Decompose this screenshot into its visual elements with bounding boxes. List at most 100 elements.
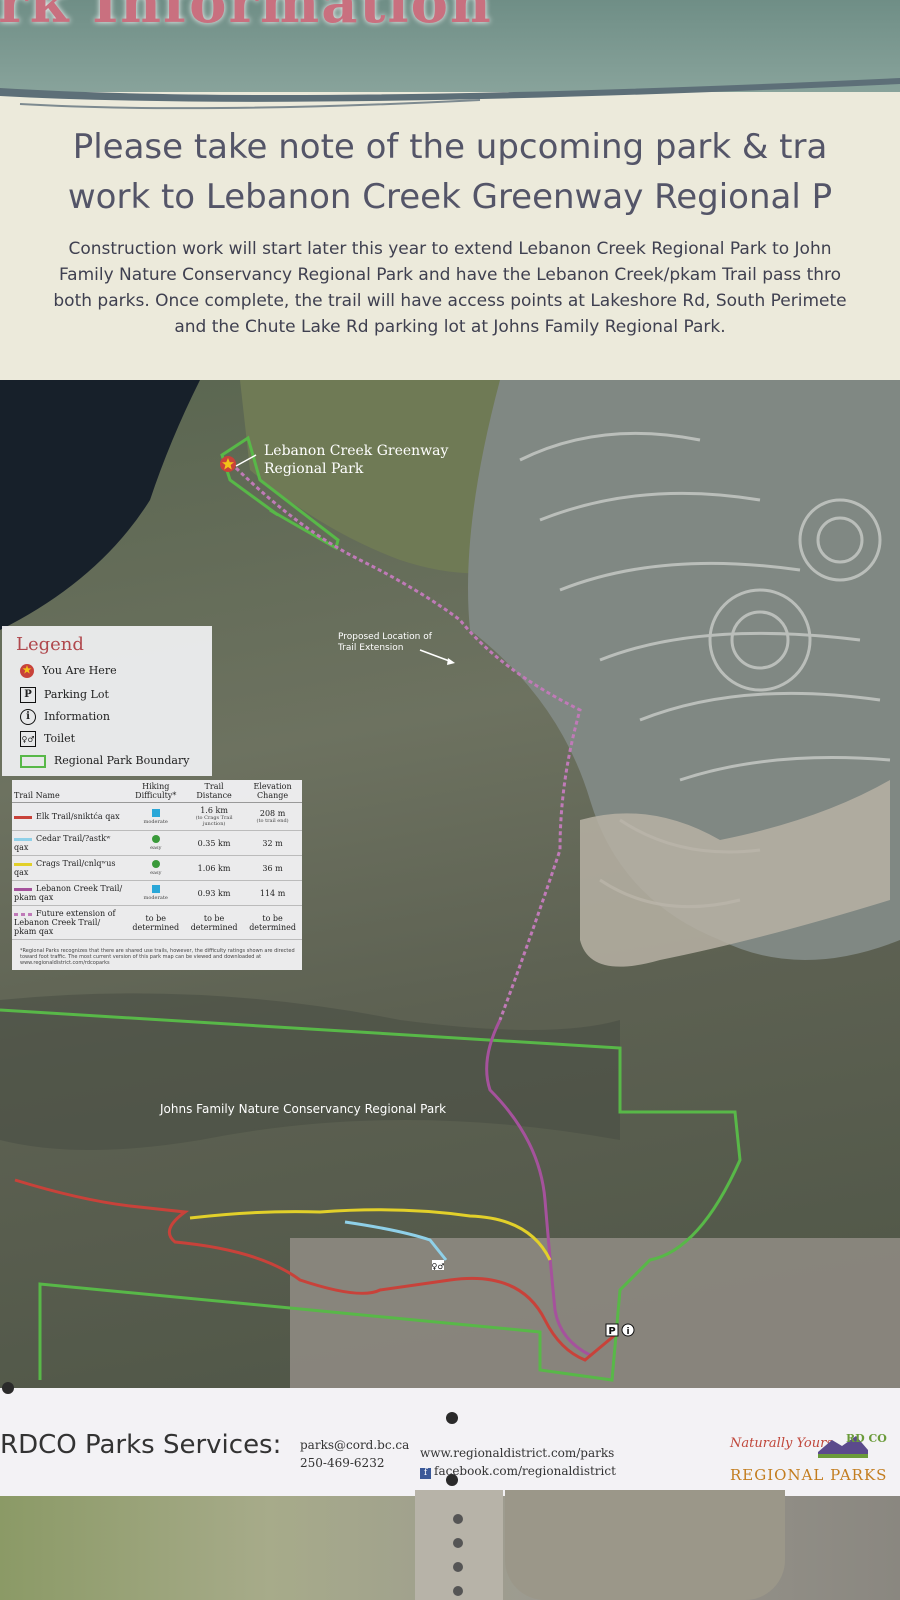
- header-difficulty: Hiking Difficulty*: [126, 780, 185, 803]
- parking-marker-icon: P: [605, 1323, 619, 1337]
- difficulty-cell: easy: [126, 830, 185, 856]
- trail-info-table: Trail Name Hiking Difficulty* Trail Dist…: [12, 780, 302, 940]
- legend-item-you-are-here: ★ You Are Here: [20, 662, 117, 680]
- legend-item-information: i Information: [20, 708, 110, 726]
- table-header-row: Trail Name Hiking Difficulty* Trail Dist…: [12, 780, 302, 803]
- difficulty-square-icon: [151, 885, 160, 893]
- info-icon: i: [20, 709, 36, 725]
- difficulty-circle-icon: [151, 860, 160, 868]
- notice-section: Please take note of the upcoming park & …: [0, 122, 900, 340]
- proposed-label-line2: Trail Extension: [338, 643, 404, 653]
- proposed-label-line1: Proposed Location of: [338, 632, 432, 642]
- distance-cell: 1.6 km (to Crags Trail junction): [185, 802, 244, 831]
- elevation-cell: 32 m: [243, 830, 302, 856]
- svg-text:♀♂: ♀♂: [431, 1262, 444, 1271]
- distance-cell: to be determined: [185, 905, 244, 940]
- table-row: Future extension of Lebanon Creek Trail/…: [12, 905, 302, 940]
- footer-contact: parks@cord.bc.ca 250-469-6232: [300, 1436, 409, 1472]
- parking-icon: P: [20, 687, 36, 703]
- difficulty-label: easy: [150, 845, 162, 851]
- trail-table: Trail Name Hiking Difficulty* Trail Dist…: [12, 780, 302, 970]
- lebanon-greenway-label: Lebanon Creek Greenway Regional Park: [264, 442, 448, 478]
- trail-name-cell: Future extension of Lebanon Creek Trail/…: [12, 905, 127, 940]
- toilet-icon: ♀♂: [20, 731, 36, 747]
- table-row: Cedar Trail/?astkʷ qax easy 0.35 km 32 m: [12, 830, 302, 856]
- legend-item-boundary: Regional Park Boundary: [20, 752, 189, 770]
- difficulty-label: moderate: [143, 818, 168, 825]
- banner-swoosh: [0, 78, 900, 110]
- table-row: Lebanon Creek Trail/ pkam qax moderate 0…: [12, 880, 302, 906]
- sign-bolt: [446, 1474, 458, 1486]
- footer-facebook: facebook.com/regionaldistrict: [434, 1464, 616, 1478]
- sign-post: [415, 1490, 503, 1600]
- footer-website[interactable]: www.regionaldistrict.com/parks: [420, 1444, 616, 1462]
- header-elevation: Elevation Change: [243, 780, 302, 803]
- distance-value: 1.6 km: [200, 806, 228, 815]
- trail-name-cell: Elk Trail/sniktća qax: [12, 802, 127, 831]
- johns-park-label: Johns Family Nature Conservancy Regional…: [160, 1102, 447, 1116]
- svg-text:i: i: [626, 1327, 629, 1337]
- post-hole: [453, 1586, 463, 1596]
- svg-text:P: P: [608, 1326, 615, 1337]
- difficulty-cell: moderate: [126, 880, 185, 906]
- elevation-cell: 208 m (to trail end): [243, 802, 302, 831]
- table-row: Elk Trail/sniktća qax moderate 1.6 km (to…: [12, 802, 302, 831]
- trail-name-cell: Lebanon Creek Trail/ pkam qax: [12, 880, 127, 906]
- footer-phone[interactable]: 250-469-6232: [300, 1454, 409, 1472]
- trail-name-cell: Crags Trail/cnlqʷus qax: [12, 855, 127, 881]
- difficulty-square-icon: [151, 808, 160, 817]
- legend-label: You Are Here: [42, 664, 117, 677]
- sign-bolt: [446, 1412, 458, 1424]
- crags-trail-swatch: [14, 862, 32, 866]
- distance-cell: 0.35 km: [185, 830, 244, 856]
- difficulty-cell: moderate: [126, 802, 185, 831]
- proposed-extension-label: Proposed Location of Trail Extension: [338, 632, 432, 654]
- legend-item-parking: P Parking Lot: [20, 686, 109, 704]
- difficulty-cell: to be determined: [126, 905, 185, 940]
- difficulty-label: easy: [150, 870, 162, 876]
- banner-title: ark Information: [0, 0, 493, 36]
- elevation-value: 208 m: [259, 809, 286, 818]
- distance-cell: 0.93 km: [185, 880, 244, 906]
- legend-label: Regional Park Boundary: [54, 754, 190, 767]
- lebanon-label-line2: Regional Park: [264, 461, 364, 477]
- lebanon-label-line1: Lebanon Creek Greenway: [264, 443, 449, 459]
- stump: [505, 1490, 785, 1600]
- post-hole: [453, 1514, 463, 1524]
- facebook-icon: f: [420, 1468, 431, 1479]
- table-row: Crags Trail/cnlqʷus qax easy 1.06 km 36 …: [12, 855, 302, 881]
- post-hole: [453, 1562, 463, 1572]
- notice-body-line4: and the Chute Lake Rd parking lot at Joh…: [174, 317, 726, 337]
- header-trail-name: Trail Name: [12, 780, 127, 803]
- elevation-cell: to be determined: [243, 905, 302, 940]
- table-footnote: *Regional Parks recognizes that there ar…: [20, 948, 295, 966]
- notice-body: Construction work will start later this …: [0, 236, 900, 340]
- future-trail-swatch: [14, 912, 32, 916]
- legend-label: Parking Lot: [44, 688, 109, 701]
- post-hole: [453, 1538, 463, 1548]
- notice-heading-line2: work to Lebanon Creek Greenway Regional …: [67, 177, 833, 217]
- header-distance: Trail Distance: [185, 780, 244, 803]
- elevation-note: (to trail end): [256, 818, 289, 824]
- lebanon-trail-swatch: [14, 887, 32, 891]
- footer-email[interactable]: parks@cord.bc.ca: [300, 1436, 409, 1454]
- footer-brand: REGIONAL PARKS: [730, 1466, 888, 1484]
- park-sign: ark Information Please take note of the …: [0, 0, 900, 1510]
- footer-org-name: RDCO Parks Services:: [0, 1430, 282, 1460]
- elevation-cell: 114 m: [243, 880, 302, 906]
- trail-name-cell: Cedar Trail/?astkʷ qax: [12, 830, 127, 856]
- legend-title: Legend: [16, 634, 84, 655]
- distance-note: (to Crags Trail junction): [195, 815, 233, 827]
- trail-name: Elk Trail/sniktća qax: [36, 812, 120, 821]
- boundary-icon: [20, 754, 46, 768]
- difficulty-label: moderate: [143, 895, 168, 901]
- elk-trail-swatch: [14, 815, 32, 819]
- rdco-logo-text: RD CO: [846, 1432, 887, 1445]
- difficulty-circle-icon: [151, 835, 160, 843]
- star-icon: ★: [20, 664, 34, 678]
- legend-label: Toilet: [44, 732, 76, 745]
- lake-area: [0, 380, 200, 630]
- sign-bolt: [2, 1382, 14, 1394]
- toilet-marker-icon: ♀♂: [431, 1260, 445, 1271]
- map-legend: Legend ★ You Are Here P Parking Lot i Infor…: [2, 626, 212, 776]
